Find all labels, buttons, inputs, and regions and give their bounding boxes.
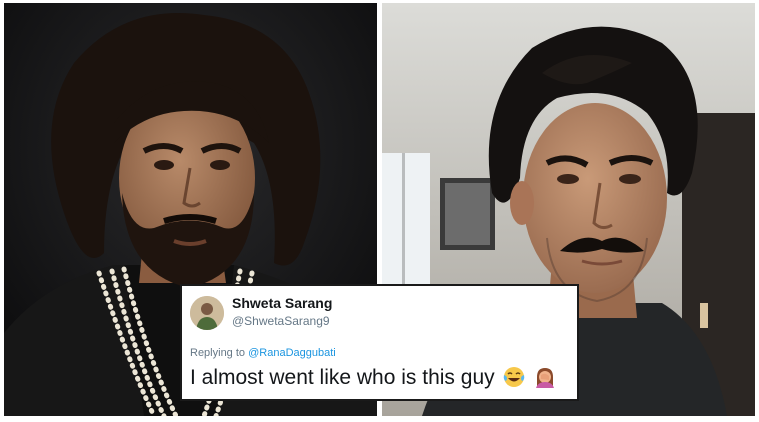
replying-to-mention-link[interactable]: @RanaDaggubati: [248, 347, 336, 359]
tweet-author-handle[interactable]: @ShwetaSarang9: [232, 314, 330, 328]
avatar[interactable]: [190, 296, 224, 330]
woman-facepalming-emoji: [536, 368, 555, 388]
replying-to-label: Replying to: [190, 347, 246, 359]
face-with-tears-of-joy-emoji: [504, 367, 525, 387]
avatar-image: [190, 296, 224, 330]
replying-to-line: Replying to @RanaDaggubati: [190, 347, 336, 359]
tweet-text: I almost went like who is this guy: [190, 366, 495, 389]
tweet-card: Shweta Sarang @ShwetaSarang9 Replying to…: [180, 284, 579, 401]
tweet-body: I almost went like who is this guy: [190, 366, 556, 390]
tweet-author-name[interactable]: Shweta Sarang: [232, 295, 332, 311]
